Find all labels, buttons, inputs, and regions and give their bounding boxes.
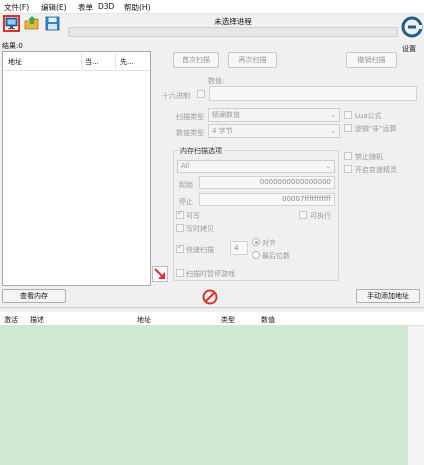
- select-process-button[interactable]: [3, 15, 20, 32]
- fast-scan-value-input[interactable]: 4: [230, 241, 248, 255]
- undo-scan-button[interactable]: 撤销扫描: [346, 52, 397, 68]
- align-label: 对齐: [262, 239, 276, 247]
- value-label: 数值:: [208, 77, 225, 85]
- first-scan-button[interactable]: 首次扫描: [173, 52, 219, 68]
- copy-on-write-checkbox[interactable]: [176, 224, 184, 232]
- chevron-down-icon: ⌄: [330, 111, 336, 119]
- pause-game-checkbox[interactable]: [176, 269, 184, 277]
- disable-random-label: 禁止随机: [355, 153, 383, 161]
- cheat-engine-logo-icon: [401, 16, 423, 38]
- memory-region-select[interactable]: All ⌄: [177, 160, 335, 173]
- last-digits-label: 最后位数: [262, 252, 290, 260]
- executable-checkbox[interactable]: [299, 211, 307, 219]
- memory-region-value: All: [181, 162, 190, 170]
- address-list-header: 激活 描述 地址 类型 数值: [0, 312, 424, 326]
- fast-scan-label: 快速扫描: [186, 246, 214, 254]
- menu-bar: 文件(F) 编辑(E) 表单 D3D 帮助(H): [0, 0, 424, 14]
- lua-formula-label: Lua公式: [355, 112, 382, 120]
- process-title: 未选择进程: [214, 17, 252, 26]
- last-digits-radio[interactable]: [252, 251, 260, 259]
- value-type-label: 数值类型: [176, 129, 204, 137]
- panel-splitter[interactable]: [0, 307, 424, 310]
- hex-checkbox[interactable]: [197, 90, 205, 98]
- address-col-type[interactable]: 类型: [221, 315, 235, 325]
- save-disk-icon: [45, 16, 60, 31]
- executable-label: 可执行: [310, 212, 331, 220]
- settings-label[interactable]: 设置: [402, 44, 416, 54]
- logic-not-checkbox[interactable]: [344, 124, 352, 132]
- save-table-button[interactable]: [44, 15, 61, 32]
- computer-icon: [5, 17, 18, 30]
- disable-random-checkbox[interactable]: [344, 152, 352, 160]
- scan-type-label: 扫描类型: [176, 113, 204, 121]
- check-mark-icon: ✓: [177, 243, 183, 251]
- logic-not-label: 逻辑"非"运算: [355, 125, 397, 133]
- stop-address-input[interactable]: 00007fffffffffff: [199, 193, 335, 206]
- address-list[interactable]: [0, 326, 407, 465]
- no-entry-icon: [202, 289, 218, 305]
- address-col-address[interactable]: 地址: [137, 315, 151, 325]
- hex-label: 十六进制: [162, 92, 190, 100]
- speedhack-checkbox[interactable]: [344, 165, 352, 173]
- lua-formula-checkbox[interactable]: [344, 111, 352, 119]
- results-count: 结果:0: [2, 42, 23, 50]
- value-type-select[interactable]: 4 字节 ⌄: [208, 124, 340, 138]
- fast-scan-checkbox[interactable]: ✓: [176, 243, 184, 253]
- writable-label: 可写: [186, 212, 200, 220]
- menu-d3d[interactable]: D3D: [98, 2, 114, 11]
- pause-game-label: 扫描时暂停游戏: [186, 270, 235, 278]
- address-col-description[interactable]: 描述: [30, 315, 44, 325]
- next-scan-button[interactable]: 再次扫描: [228, 52, 277, 68]
- add-selected-to-list-button[interactable]: [152, 266, 168, 282]
- check-mark-icon: ✓: [177, 209, 183, 217]
- address-col-active[interactable]: 激活: [4, 315, 18, 325]
- scan-type-value: 精确数值: [212, 111, 240, 119]
- start-label: 起始: [179, 181, 193, 189]
- add-address-manually-button[interactable]: 手动添加地址: [356, 289, 420, 303]
- menu-table[interactable]: 表单: [78, 2, 93, 13]
- align-radio[interactable]: [252, 238, 260, 246]
- address-list-scrollbar[interactable]: [407, 326, 424, 465]
- open-folder-icon: [24, 16, 39, 30]
- results-list[interactable]: 地址 当... 先...: [2, 51, 151, 286]
- menu-edit[interactable]: 编辑(E): [41, 2, 67, 13]
- open-table-button[interactable]: [24, 15, 41, 32]
- results-col-previous[interactable]: 先...: [120, 57, 134, 67]
- address-col-value[interactable]: 数值: [261, 315, 275, 325]
- arrow-down-right-icon: [154, 268, 165, 279]
- memory-scan-options-title: 内存扫描选项: [178, 146, 224, 156]
- menu-file[interactable]: 文件(F): [4, 2, 29, 13]
- copy-on-write-label: 写时拷贝: [186, 225, 214, 233]
- speedhack-label: 开启变速精灵: [355, 166, 397, 174]
- view-memory-button[interactable]: 查看内存: [2, 289, 66, 303]
- stop-label: 停止: [179, 198, 193, 206]
- settings-logo-button[interactable]: [401, 16, 423, 38]
- chevron-down-icon: ⌄: [325, 162, 331, 170]
- results-col-address[interactable]: 地址: [8, 57, 22, 67]
- stop-scan-button[interactable]: [202, 289, 218, 305]
- results-header: 地址 当... 先...: [3, 52, 150, 71]
- start-address-input[interactable]: 0000000000000000: [199, 176, 335, 189]
- value-input[interactable]: [209, 86, 417, 101]
- menu-help[interactable]: 帮助(H): [124, 2, 151, 13]
- scan-progress-bar: [68, 27, 398, 37]
- value-type-value: 4 字节: [212, 127, 233, 135]
- writable-checkbox[interactable]: ✓: [176, 209, 184, 219]
- chevron-down-icon: ⌄: [330, 127, 336, 135]
- scan-type-select[interactable]: 精确数值 ⌄: [208, 108, 340, 122]
- results-col-current[interactable]: 当...: [85, 57, 99, 67]
